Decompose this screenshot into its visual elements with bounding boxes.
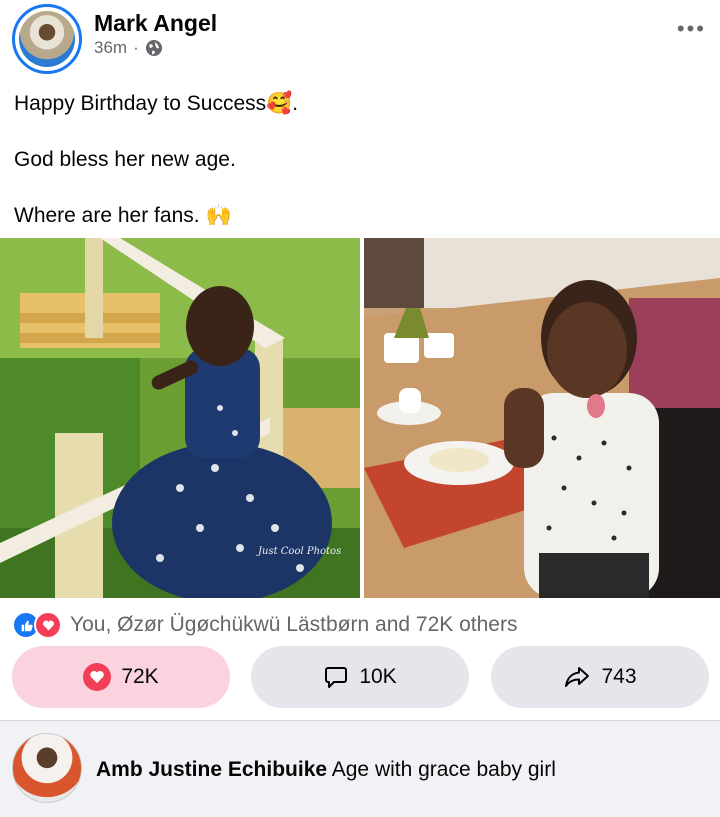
top-comment[interactable]: Amb Justine Echibuike Age with grace bab…	[0, 721, 720, 817]
author-avatar[interactable]	[12, 4, 82, 74]
post-text-line-2: God bless her new age.	[14, 148, 236, 171]
post-time[interactable]: 36m	[94, 38, 127, 58]
reaction-icons	[12, 611, 62, 639]
love-button[interactable]: 72K	[12, 646, 230, 708]
comment-icon	[325, 667, 348, 688]
garden-scene	[0, 238, 360, 598]
share-count: 743	[601, 665, 637, 688]
more-options-button[interactable]: •••	[677, 16, 706, 42]
post-header: Mark Angel 36m · •••	[0, 0, 720, 84]
raising-hands-emoji: 🙌	[205, 204, 232, 227]
post-text-line-1: Happy Birthday to Success🥰.	[14, 91, 298, 117]
heart-icon	[83, 663, 112, 691]
post-text-birthday: Happy Birthday to Success	[14, 92, 267, 115]
reactions-text: You, Øzør Ügøchükwü Lästbørn and 72K oth…	[70, 613, 518, 636]
post-text-line-3: Where are her fans. 🙌	[14, 203, 232, 229]
post-text-fans: Where are her fans.	[14, 204, 200, 227]
commenter-name[interactable]: Amb Justine Echibuike	[96, 758, 327, 781]
comment-count: 10K	[359, 665, 397, 688]
globe-icon	[145, 40, 162, 56]
comment-text: Age with grace baby girl	[331, 758, 556, 781]
post-text-period: .	[292, 92, 299, 115]
love-count: 72K	[121, 665, 159, 688]
post-actions: 72K 10K 743	[10, 646, 710, 708]
comment-body: Amb Justine Echibuike Age with grace bab…	[96, 758, 556, 782]
avatar-image	[19, 11, 75, 67]
love-reaction-icon	[34, 611, 62, 639]
commenter-avatar[interactable]	[12, 733, 82, 803]
restaurant-scene	[364, 238, 720, 598]
photo-restaurant-girl[interactable]	[364, 238, 720, 598]
post-meta: 36m ·	[94, 38, 163, 58]
author-name[interactable]: Mark Angel	[94, 10, 217, 37]
share-button[interactable]: 743	[491, 646, 709, 708]
comment-button[interactable]: 10K	[251, 646, 469, 708]
photo-watermark: Just Cool Photos	[258, 546, 342, 557]
smiling-face-hearts-emoji: 🥰	[266, 92, 293, 115]
post-photos: Just Cool Photos	[0, 238, 720, 598]
photo-garden-girl[interactable]: Just Cool Photos	[0, 238, 360, 598]
share-icon	[565, 667, 590, 687]
meta-separator: ·	[133, 38, 139, 57]
reactions-summary[interactable]: You, Øzør Ügøchükwü Lästbørn and 72K oth…	[12, 611, 712, 639]
